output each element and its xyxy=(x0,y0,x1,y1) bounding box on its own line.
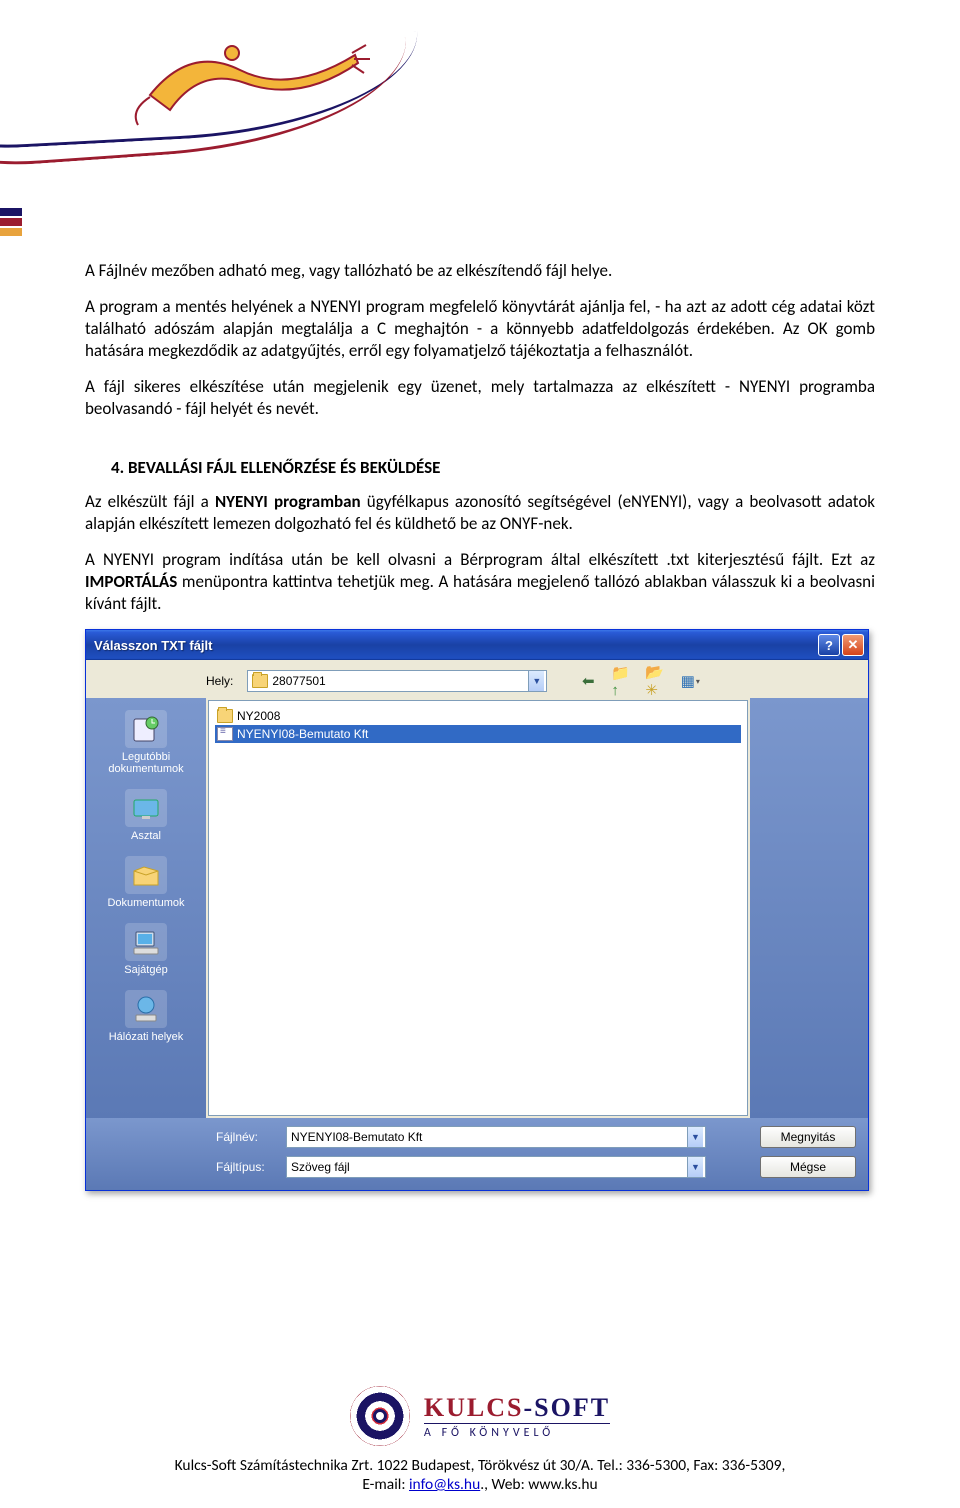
bullseye-icon xyxy=(350,1386,410,1446)
place-desktop[interactable]: Asztal xyxy=(90,789,202,842)
folder-icon xyxy=(217,709,233,723)
page-footer: KULCS-SOFT A FŐ KÖNYVELŐ Kulcs-Soft Szám… xyxy=(0,1386,960,1494)
close-button[interactable]: ✕ xyxy=(842,634,864,656)
place-mycomputer[interactable]: Sajátgép xyxy=(90,923,202,976)
chevron-down-icon[interactable]: ▼ xyxy=(528,671,544,691)
document-content: A Fájlnév mezőben adható meg, vagy talló… xyxy=(0,210,960,615)
help-button[interactable]: ? xyxy=(818,634,840,656)
para-3: A fájl sikeres elkészítése után megjelen… xyxy=(85,376,875,420)
place-recent[interactable]: Legutóbbi dokumentumok xyxy=(90,710,202,775)
filetype-label: Fájltípus: xyxy=(216,1160,276,1174)
cancel-button[interactable]: Mégse xyxy=(760,1156,856,1178)
web-text: www.ks.hu xyxy=(528,1475,597,1494)
footer-logo: KULCS-SOFT A FŐ KÖNYVELŐ xyxy=(0,1386,960,1446)
hely-label: Hely: xyxy=(206,674,233,688)
filename-label: Fájlnév: xyxy=(216,1130,276,1144)
header-art xyxy=(0,0,960,210)
para-2: A program a mentés helyének a NYENYI pro… xyxy=(85,296,875,362)
footer-line-1: Kulcs-Soft Számítástechnika Zrt. 1022 Bu… xyxy=(0,1456,960,1475)
footer-line-2: E-mail: info@ks.hu., Web: www.ks.hu xyxy=(0,1475,960,1494)
list-item[interactable]: NY2008 xyxy=(215,707,741,725)
place-documents[interactable]: Dokumentumok xyxy=(90,856,202,909)
folder-icon xyxy=(252,674,268,688)
place-network[interactable]: Hálózati helyek xyxy=(90,990,202,1043)
list-item[interactable]: NYENYI08-Bemutato Kft xyxy=(215,725,741,743)
places-bar: Legutóbbi dokumentumok Asztal Dokumentum… xyxy=(86,698,206,1118)
open-button[interactable]: Megnyitás xyxy=(760,1126,856,1148)
filetype-combo[interactable]: Szöveg fájl ▼ xyxy=(286,1156,706,1178)
my-computer-icon xyxy=(125,923,167,961)
dialog-footer: Fájlnév: NYENYI08-Bemutato Kft ▼ Megnyit… xyxy=(86,1118,868,1190)
file-list[interactable]: NY2008 NYENYI08-Bemutato Kft xyxy=(208,700,748,1116)
text-file-icon xyxy=(217,727,233,741)
figure-icon xyxy=(130,25,370,145)
views-icon[interactable]: ▦▾ xyxy=(679,671,701,691)
new-folder-icon[interactable]: 📂✳ xyxy=(645,671,667,691)
para-4a: Az elkészült fájl a NYENYI programban üg… xyxy=(85,491,875,535)
margin-stripes xyxy=(0,208,22,248)
email-link[interactable]: info@ks.hu xyxy=(409,1475,480,1494)
right-gutter xyxy=(750,698,868,1118)
filename-input[interactable]: NYENYI08-Bemutato Kft ▼ xyxy=(286,1126,706,1148)
location-combo[interactable]: 28077501 ▼ xyxy=(247,670,547,692)
network-places-icon xyxy=(125,990,167,1028)
location-value: 28077501 xyxy=(272,674,325,688)
section-4-title: 4. BEVALLÁSI FÁJL ELLENŐRZÉSE ÉS BEKÜLDÉ… xyxy=(111,457,875,479)
desktop-icon xyxy=(125,789,167,827)
para-4b: A NYENYI program indítása után be kell o… xyxy=(85,549,875,615)
titlebar[interactable]: Válasszon TXT fájlt ? ✕ xyxy=(86,630,868,660)
documents-icon xyxy=(125,856,167,894)
chevron-down-icon[interactable]: ▼ xyxy=(687,1157,703,1177)
back-icon[interactable]: ⬅ xyxy=(577,671,599,691)
dialog-title: Válasszon TXT fájlt xyxy=(94,638,816,653)
para-1: A Fájlnév mezőben adható meg, vagy talló… xyxy=(85,260,875,282)
chevron-down-icon[interactable]: ▼ xyxy=(687,1127,703,1147)
recent-documents-icon xyxy=(125,710,167,748)
up-one-level-icon[interactable]: 📁↑ xyxy=(611,671,633,691)
file-dialog: Válasszon TXT fájlt ? ✕ Hely: 28077501 ▼… xyxy=(85,629,869,1191)
location-toolbar: Hely: 28077501 ▼ ⬅ 📁↑ 📂✳ ▦▾ xyxy=(86,660,868,698)
